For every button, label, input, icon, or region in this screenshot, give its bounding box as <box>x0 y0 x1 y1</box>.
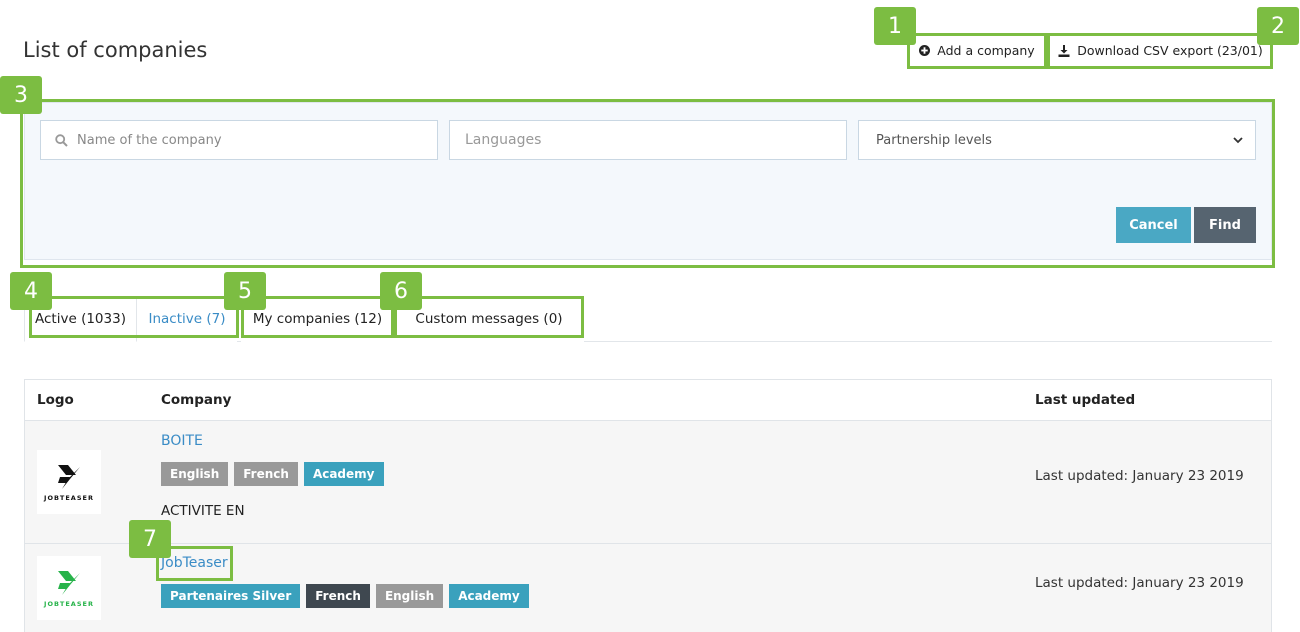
tag-language: English <box>161 462 229 486</box>
jobteaser-logo-icon <box>58 464 80 489</box>
logo-text: JOBTEASER <box>44 493 94 502</box>
search-icon <box>55 133 68 147</box>
languages-field[interactable]: Languages <box>449 120 847 160</box>
partnership-levels-select[interactable]: Partnership levels <box>858 120 1256 160</box>
company-activity: ACTIVITE EN <box>161 503 245 519</box>
add-company-label: Add a company <box>937 43 1035 58</box>
page-title: List of companies <box>23 38 208 62</box>
tag-language: French <box>306 584 370 608</box>
tag-language: French <box>234 462 298 486</box>
table-header: Logo Company Last updated <box>25 380 1271 421</box>
callout-badge-2: 2 <box>1257 7 1299 45</box>
plus-circle-icon <box>919 45 931 56</box>
download-csv-button[interactable]: Download CSV export (23/01) <box>1051 37 1270 64</box>
add-company-button[interactable]: Add a company <box>910 37 1044 64</box>
company-tabs: Active (1033) Inactive (7) My companies … <box>24 296 1272 342</box>
tag-partnership: Partenaires Silver <box>161 584 301 608</box>
company-name-placeholder: Name of the company <box>77 132 222 148</box>
callout-badge-6: 6 <box>380 272 422 310</box>
tag-academy: Academy <box>449 584 529 608</box>
table-row: JOBTEASER BOITE English French Academy A… <box>25 421 1271 544</box>
download-icon <box>1058 44 1070 57</box>
company-link-jobteaser[interactable]: JobTeaser <box>161 555 228 571</box>
tab-custom-messages[interactable]: Custom messages (0) <box>394 296 584 342</box>
header-last-updated: Last updated <box>1035 392 1136 408</box>
company-logo[interactable]: JOBTEASER <box>37 556 101 620</box>
callout-badge-1: 1 <box>874 7 916 45</box>
cancel-button[interactable]: Cancel <box>1116 207 1191 243</box>
callout-badge-3: 3 <box>0 76 42 114</box>
callout-badge-5: 5 <box>224 272 266 310</box>
table-row: JOBTEASER JobTeaser Partenaires Silver F… <box>25 544 1271 632</box>
company-logo[interactable]: JOBTEASER <box>37 450 101 514</box>
company-tags: English French Academy <box>161 462 384 486</box>
last-updated-value: Last updated: January 23 2019 <box>1035 468 1244 484</box>
find-button[interactable]: Find <box>1194 207 1256 243</box>
companies-table: Logo Company Last updated JOBTEASER BOIT… <box>24 379 1272 632</box>
languages-placeholder: Languages <box>465 132 542 148</box>
last-updated-value: Last updated: January 23 2019 <box>1035 575 1244 591</box>
header-company: Company <box>161 392 232 408</box>
company-link-boite[interactable]: BOITE <box>161 433 203 449</box>
download-csv-label: Download CSV export (23/01) <box>1077 43 1263 58</box>
company-name-field[interactable]: Name of the company <box>40 120 438 160</box>
partnership-levels-label: Partnership levels <box>876 132 992 148</box>
company-tags: Partenaires Silver French English Academ… <box>161 584 529 608</box>
callout-badge-4: 4 <box>10 272 52 310</box>
tab-inactive[interactable]: Inactive (7) <box>137 296 237 342</box>
tag-academy: Academy <box>303 462 384 486</box>
callout-badge-7: 7 <box>129 520 171 558</box>
tag-language: English <box>375 584 444 608</box>
jobteaser-logo-icon <box>58 570 80 595</box>
header-logo: Logo <box>37 392 74 408</box>
logo-text: JOBTEASER <box>44 599 94 608</box>
search-panel: Name of the company Languages Partnershi… <box>24 102 1272 260</box>
chevron-down-icon <box>1233 136 1243 144</box>
